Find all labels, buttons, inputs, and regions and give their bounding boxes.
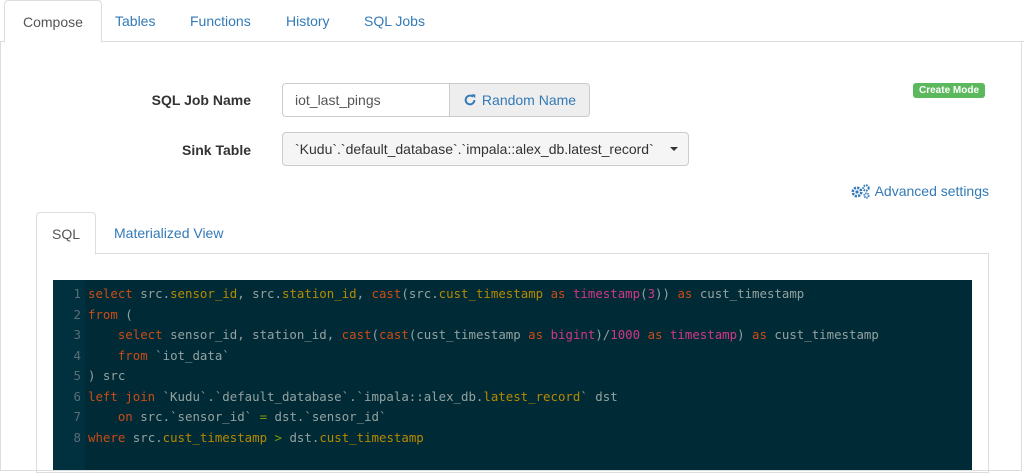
sink-table-label: Sink Table — [182, 142, 251, 158]
sql-editor[interactable]: 1 select src.sensor_id, src.station_id, c… — [53, 280, 972, 470]
code-line: 3 select sensor_id, station_id, cast(cas… — [53, 325, 972, 346]
main-tabs: Compose Tables Functions History SQL Job… — [0, 0, 1024, 43]
refresh-icon — [464, 94, 476, 106]
random-name-label: Random Name — [481, 92, 577, 108]
editor-tabs: SQL Materialized View — [36, 212, 989, 255]
advanced-settings-label: Advanced settings — [874, 183, 989, 199]
tab-materialized-view[interactable]: Materialized View — [99, 212, 238, 254]
line-number: 1 — [73, 286, 81, 301]
line-number: 2 — [73, 306, 81, 322]
line-number: 7 — [73, 409, 81, 424]
tab-history[interactable]: History — [268, 0, 348, 42]
line-number: 5 — [73, 368, 81, 383]
code-line: 7 on src.`sensor_id` = dst.`sensor_id` — [53, 407, 972, 428]
job-name-input[interactable]: iot_last_pings — [282, 83, 450, 117]
tab-sql-jobs[interactable]: SQL Jobs — [346, 0, 443, 42]
mode-badge: Create Mode — [913, 83, 986, 98]
line-number: 6 — [73, 388, 81, 404]
code-line: 2 from ( — [53, 305, 972, 326]
code-line: 4 from `iot_data` — [53, 346, 972, 367]
job-name-label: SQL Job Name — [151, 92, 251, 108]
random-name-button[interactable]: Random Name — [449, 83, 590, 117]
code-line: 5) src — [53, 366, 972, 387]
code-line: 1 select src.sensor_id, src.station_id, c… — [53, 284, 972, 305]
caret-down-icon — [670, 147, 678, 151]
code-line: 8 where src.cust_timestamp > dst.cust_tim… — [53, 428, 972, 449]
gears-icon — [851, 184, 870, 199]
tab-functions[interactable]: Functions — [172, 0, 269, 42]
code-line: 6 left join `Kudu`.`default_database`.`im… — [53, 387, 972, 408]
sink-table-value: `Kudu`.`default_database`.`impala::alex_… — [295, 141, 654, 157]
line-number: 3 — [73, 327, 81, 342]
line-number: 8 — [73, 429, 81, 445]
line-number: 4 — [73, 347, 81, 363]
tab-compose[interactable]: Compose — [4, 0, 102, 43]
advanced-settings-link[interactable]: Advanced settings — [851, 183, 989, 199]
sink-table-select[interactable]: `Kudu`.`default_database`.`impala::alex_… — [282, 132, 689, 166]
tab-sql[interactable]: SQL — [36, 212, 97, 255]
tab-tables[interactable]: Tables — [97, 0, 173, 42]
